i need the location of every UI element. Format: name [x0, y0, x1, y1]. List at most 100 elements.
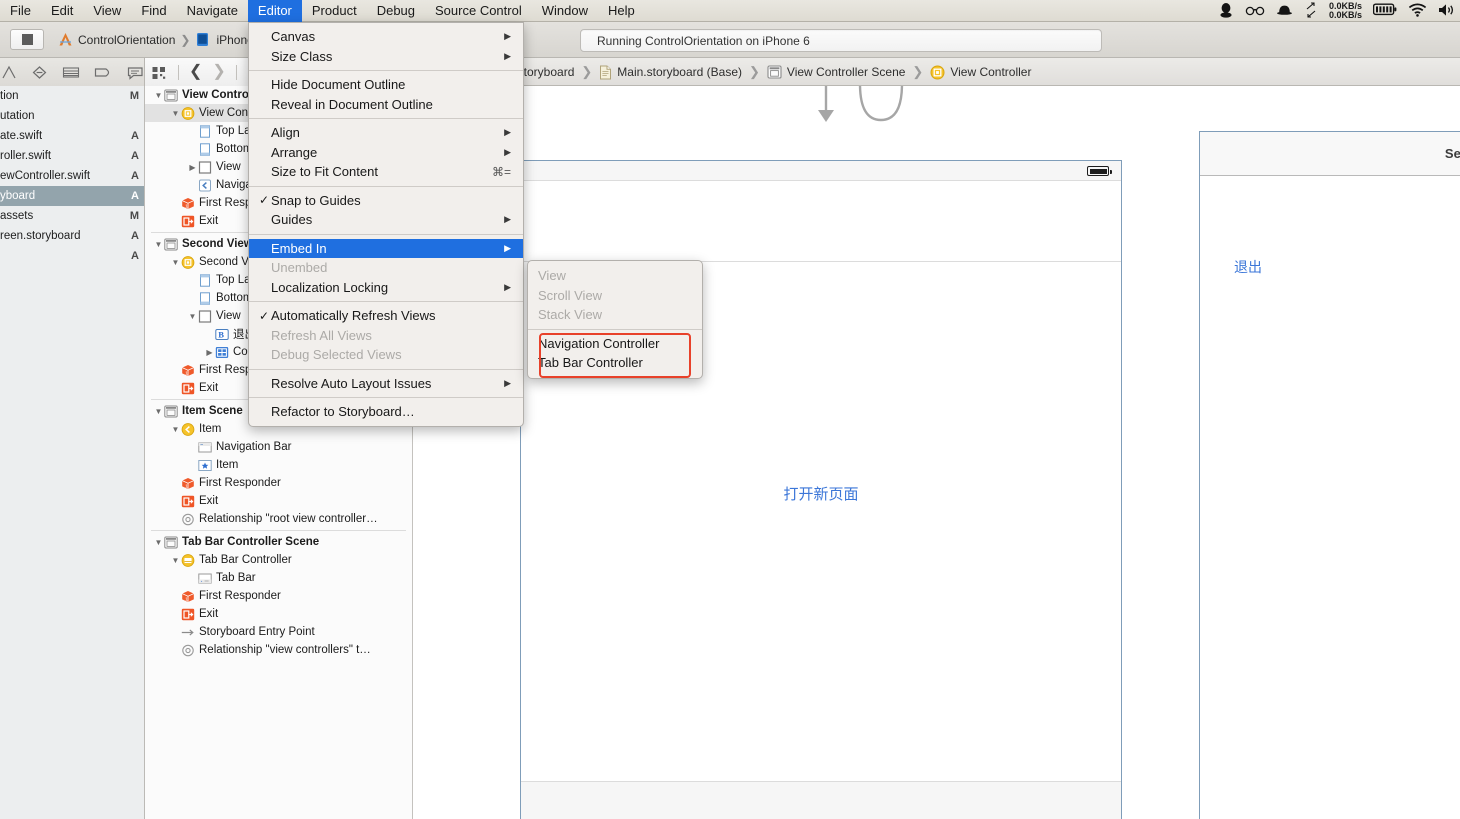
navigator-file-row[interactable]: ewController.swiftA — [0, 166, 144, 186]
breadcrumb-item-1[interactable]: Main.storyboard (Base) — [617, 65, 742, 79]
breadcrumb: in.storyboard ❯ Main.storyboard (Base) ❯… — [415, 58, 1460, 86]
disclosure-open-icon[interactable]: ▼ — [170, 425, 181, 434]
navigator-file-row[interactable]: utation — [0, 106, 144, 126]
storyboard-canvas[interactable]: 1 打开新页面 Seco 退出 — [413, 86, 1460, 819]
navigator-file-row[interactable]: ate.swiftA — [0, 126, 144, 146]
navigator-file-row[interactable]: reen.storyboardA — [0, 226, 144, 246]
diamond-issue-icon[interactable] — [31, 65, 48, 80]
report-icon[interactable] — [127, 65, 144, 80]
embed-in-submenu[interactable]: ViewScroll ViewStack ViewNavigation Cont… — [527, 260, 703, 379]
grid-outline-icon[interactable] — [151, 65, 168, 80]
menu-source-control[interactable]: Source Control — [425, 0, 532, 22]
outline-row[interactable]: Item — [145, 456, 412, 474]
outline-row[interactable]: Relationship "root view controller… — [145, 510, 412, 528]
menu-editor[interactable]: Editor — [248, 0, 302, 22]
disclosure-open-icon[interactable]: ▼ — [170, 109, 181, 118]
disclosure-open-icon[interactable]: ▼ — [170, 258, 181, 267]
svg-text:1: 1 — [185, 370, 188, 375]
editor-menu-item[interactable]: Refactor to Storyboard… — [249, 402, 523, 422]
editor-menu-item[interactable]: Align▶ — [249, 123, 523, 143]
editor-menu-item[interactable]: Guides▶ — [249, 210, 523, 230]
scheme-selector[interactable]: ControlOrientation ❯ iPhone 6 — [52, 29, 270, 50]
volume-icon[interactable] — [1438, 3, 1456, 20]
stop-button[interactable] — [10, 29, 44, 50]
outline-row[interactable]: Exit — [145, 492, 412, 510]
open-new-page-button[interactable]: 打开新页面 — [783, 483, 858, 504]
xcode-project-icon — [58, 32, 73, 47]
disclosure-open-icon[interactable]: ▼ — [153, 538, 164, 547]
disclosure-open-icon[interactable]: ▼ — [153, 407, 164, 416]
menu-window[interactable]: Window — [532, 0, 598, 22]
outline-row[interactable]: ▼Tab Bar Controller — [145, 551, 412, 569]
test-list-icon[interactable] — [62, 65, 80, 80]
outline-row[interactable]: Exit — [145, 605, 412, 623]
scheme-project-label: ControlOrientation — [78, 33, 175, 47]
outline-row[interactable]: Storyboard Entry Point — [145, 623, 412, 641]
outline-row-label: Exit — [199, 382, 218, 394]
embed-submenu-item[interactable]: Navigation Controller — [528, 334, 702, 354]
editor-menu-item[interactable]: Size to Fit Content⌘= — [249, 162, 523, 182]
bowler-hat-icon[interactable] — [1276, 3, 1293, 20]
editor-menu-item[interactable]: Embed In▶ — [249, 239, 523, 259]
navigator-file-row[interactable]: yboardA — [0, 186, 144, 206]
scene-icon — [164, 405, 178, 418]
disclosure-closed-icon[interactable]: ▶ — [204, 348, 215, 357]
menu-item-label: Arrange — [271, 145, 484, 160]
outline-row[interactable]: Tab Bar — [145, 569, 412, 587]
outline-row[interactable]: Navigation Bar — [145, 438, 412, 456]
triangle-icon[interactable] — [2, 65, 17, 80]
navigator-file-row[interactable]: roller.swiftA — [0, 146, 144, 166]
editor-menu-item: Unembed — [249, 258, 523, 278]
menu-separator — [249, 369, 523, 370]
breadcrumb-item-3[interactable]: View Controller — [950, 65, 1031, 79]
menu-edit[interactable]: Edit — [41, 0, 83, 22]
diagonal-arrows-icon[interactable] — [1304, 2, 1318, 21]
project-navigator[interactable]: tionMutationate.swiftAroller.swiftAewCon… — [0, 86, 145, 819]
view-controller-scene-frame[interactable]: 打开新页面 — [520, 160, 1122, 819]
exit-button[interactable]: 退出 — [1234, 257, 1262, 277]
scm-status-badge: A — [131, 230, 139, 242]
battery-icon[interactable] — [1373, 3, 1397, 19]
outline-row[interactable]: Relationship "view controllers" t… — [145, 641, 412, 659]
editor-menu-item[interactable]: Resolve Auto Layout Issues▶ — [249, 374, 523, 394]
menu-view[interactable]: View — [83, 0, 131, 22]
menu-product[interactable]: Product — [302, 0, 367, 22]
second-view-controller-scene-frame[interactable]: Seco 退出 — [1199, 131, 1460, 819]
menu-file[interactable]: File — [0, 0, 41, 22]
glasses-icon[interactable] — [1245, 3, 1265, 20]
embed-submenu-item[interactable]: Tab Bar Controller — [528, 353, 702, 373]
editor-menu-item[interactable]: Size Class▶ — [249, 47, 523, 67]
navigator-file-row[interactable]: assetsM — [0, 206, 144, 226]
editor-menu-item[interactable]: ✓Snap to Guides — [249, 191, 523, 211]
navigator-file-row[interactable]: A — [0, 246, 144, 266]
disclosure-open-icon[interactable]: ▼ — [187, 312, 198, 321]
outline-row[interactable]: ▼Tab Bar Controller Scene — [145, 533, 412, 551]
editor-menu-item[interactable]: Reveal in Document Outline — [249, 95, 523, 115]
menu-item-label: Refresh All Views — [271, 328, 511, 343]
editor-menu[interactable]: Canvas▶Size Class▶Hide Document OutlineR… — [248, 22, 524, 427]
svg-text:1: 1 — [185, 596, 188, 601]
disclosure-open-icon[interactable]: ▼ — [170, 556, 181, 565]
back-chevron-icon[interactable]: ❮ — [189, 64, 202, 80]
editor-menu-item[interactable]: Hide Document Outline — [249, 75, 523, 95]
penguin-icon[interactable] — [1218, 2, 1234, 21]
editor-menu-item[interactable]: ✓Automatically Refresh Views — [249, 306, 523, 326]
forward-chevron-icon[interactable]: ❯ — [212, 64, 225, 80]
menu-find[interactable]: Find — [131, 0, 176, 22]
navigator-file-row[interactable]: tionM — [0, 86, 144, 106]
menu-navigate[interactable]: Navigate — [177, 0, 248, 22]
disclosure-open-icon[interactable]: ▼ — [153, 91, 164, 100]
tag-icon[interactable] — [94, 65, 113, 80]
disclosure-closed-icon[interactable]: ▶ — [187, 163, 198, 172]
menu-debug[interactable]: Debug — [367, 0, 425, 22]
outline-row[interactable]: 1First Responder — [145, 587, 412, 605]
wifi-icon[interactable] — [1408, 3, 1427, 20]
outline-row[interactable]: 1First Responder — [145, 474, 412, 492]
breadcrumb-item-2[interactable]: View Controller Scene — [787, 65, 906, 79]
status-text: Running ControlOrientation on iPhone 6 — [597, 34, 810, 48]
editor-menu-item[interactable]: Canvas▶ — [249, 27, 523, 47]
disclosure-open-icon[interactable]: ▼ — [153, 240, 164, 249]
menu-help[interactable]: Help — [598, 0, 645, 22]
editor-menu-item[interactable]: Arrange▶ — [249, 143, 523, 163]
editor-menu-item[interactable]: Localization Locking▶ — [249, 278, 523, 298]
